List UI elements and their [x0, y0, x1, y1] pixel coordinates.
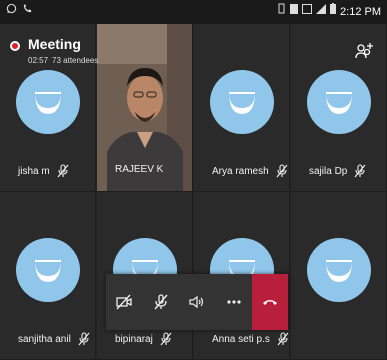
hang-up-icon [263, 300, 278, 305]
status-right: 2:12 PM [277, 0, 381, 24]
participant-name-row: sajila Dp [309, 164, 367, 178]
toggle-video-button[interactable] [106, 274, 143, 330]
more-icon [227, 300, 241, 304]
avatar [307, 70, 371, 134]
mic-muted-icon [276, 332, 289, 346]
call-controls [106, 274, 288, 330]
more-options-button[interactable] [216, 274, 253, 330]
participant-name: RAJEEV K [115, 164, 164, 175]
mic-muted-icon [159, 332, 173, 346]
data-icon [290, 0, 299, 24]
participant-tile[interactable] [291, 192, 387, 360]
mic-muted-icon [275, 164, 289, 178]
participant-name-row: sanjitha anil [18, 332, 91, 346]
status-time: 2:12 PM [340, 6, 381, 18]
participant-name: Arya ramesh [212, 165, 269, 177]
mic-muted-icon [353, 164, 367, 178]
participant-name: Anna seti p.s [212, 333, 270, 345]
avatar [307, 238, 371, 302]
hang-up-button[interactable] [252, 274, 288, 330]
speaker-icon [189, 295, 204, 309]
participant-tile[interactable]: sanjitha anil [0, 192, 96, 360]
status-left [6, 0, 33, 24]
mic-off-icon [154, 294, 168, 310]
attendee-count: 73 attendees [52, 56, 99, 65]
add-people-button[interactable] [355, 40, 375, 62]
default-avatar-icon [326, 260, 352, 282]
participant-name-row: Anna seti p.s [212, 332, 289, 346]
meeting-duration: 02:57 [28, 56, 49, 65]
meeting-header: Meeting 02:57 73 attendees [6, 30, 381, 76]
battery-icon [330, 0, 337, 24]
participant-name: sanjitha anil [18, 333, 71, 345]
toggle-mic-button[interactable] [143, 274, 180, 330]
avatar [210, 70, 274, 134]
participant-name: sajila Dp [309, 165, 348, 177]
meeting-info: 02:57 73 attendees [28, 56, 98, 65]
vibrate-icon [277, 0, 286, 24]
default-avatar-icon [229, 92, 255, 114]
whatsapp-icon [6, 0, 17, 24]
participant-name-row: bipinaraj [115, 332, 173, 346]
meeting-title: Meeting [28, 36, 81, 52]
participant-name: jisha m [18, 165, 50, 177]
default-avatar-icon [35, 92, 61, 114]
avatar [16, 238, 80, 302]
status-bar: 2:12 PM [0, 0, 387, 24]
default-avatar-icon [326, 92, 352, 114]
mic-muted-icon [56, 164, 70, 178]
participant-name-row: RAJEEV K [115, 164, 163, 175]
participant-name-row: jisha m [18, 164, 70, 178]
default-avatar-icon [35, 260, 61, 282]
avatar [16, 70, 80, 134]
signal-icon [316, 0, 327, 24]
participant-name-row: Arya ramesh [212, 164, 289, 178]
mic-muted-icon [77, 332, 91, 346]
sim-icon [302, 0, 313, 24]
add-people-icon [355, 43, 373, 59]
phone-call-icon [22, 0, 33, 24]
participant-name: bipinaraj [115, 333, 153, 345]
recording-indicator-icon [10, 41, 20, 51]
speaker-button[interactable] [179, 274, 216, 330]
video-off-icon [116, 294, 132, 310]
